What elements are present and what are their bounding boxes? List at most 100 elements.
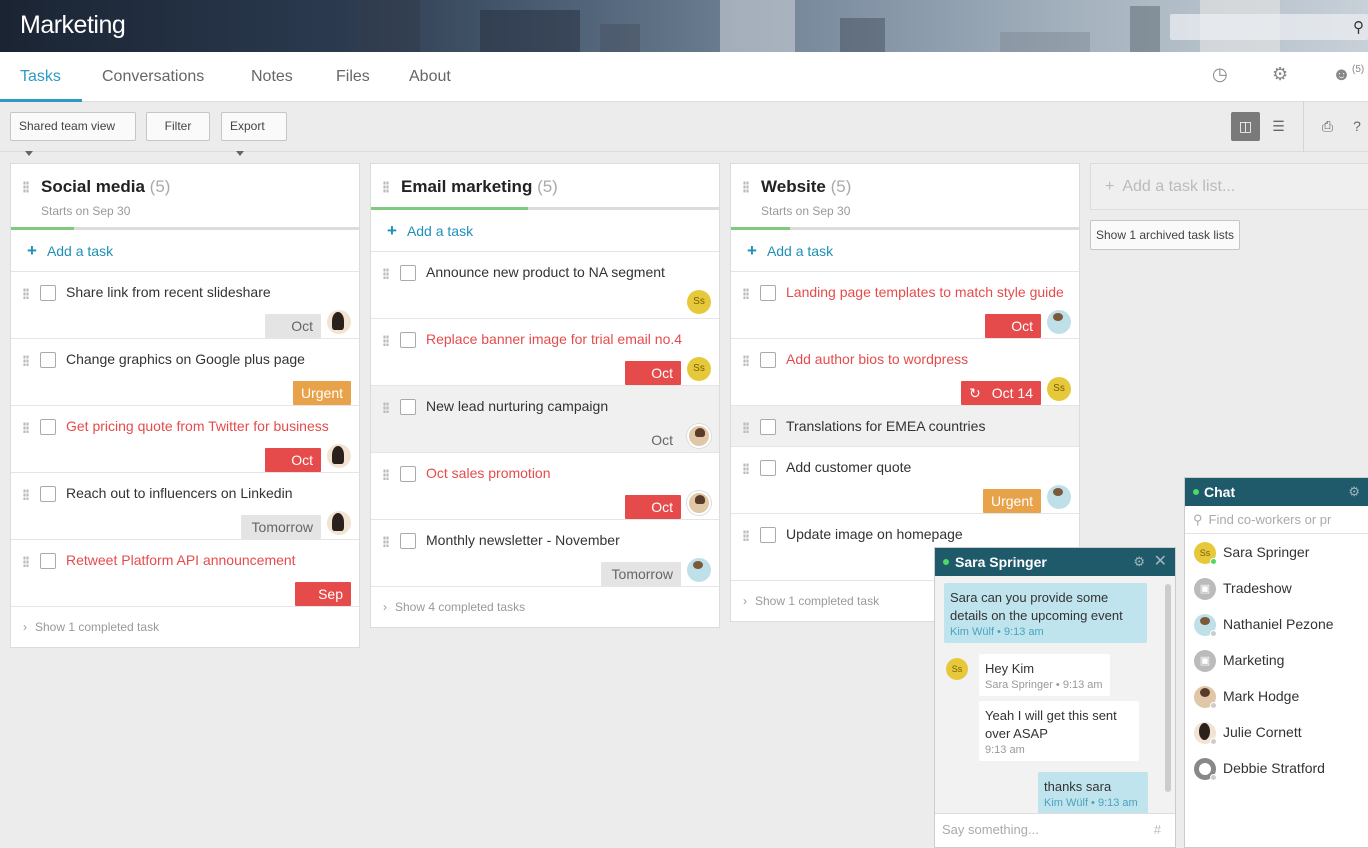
task-title[interactable]: Translations for EMEA countries xyxy=(786,418,985,434)
drag-handle-icon[interactable] xyxy=(383,181,389,193)
due-date-badge[interactable]: Oct 24 xyxy=(265,314,321,358)
task-title[interactable]: New lead nurturing campaign xyxy=(426,398,608,414)
search-icon[interactable]: ⚲ xyxy=(1353,18,1364,36)
task-title[interactable]: Share link from recent slideshare xyxy=(66,284,271,300)
drag-handle-icon[interactable] xyxy=(743,422,749,433)
drag-handle-icon[interactable] xyxy=(23,489,29,500)
task-checkbox[interactable] xyxy=(760,285,776,301)
drag-handle-icon[interactable] xyxy=(743,463,749,474)
task-item[interactable]: Monthly newsletter - November Tomorrow xyxy=(371,520,719,587)
add-task-button[interactable]: + Add a task xyxy=(371,210,719,252)
drag-handle-icon[interactable] xyxy=(23,422,29,433)
add-task-list-button[interactable]: + Add a task list... xyxy=(1090,163,1368,210)
task-item[interactable]: Replace banner image for trial email no.… xyxy=(371,319,719,405)
avatar[interactable] xyxy=(327,444,351,468)
task-checkbox[interactable] xyxy=(40,419,56,435)
task-item[interactable]: Reach out to influencers on Linkedin Tomo… xyxy=(11,473,359,540)
drag-handle-icon[interactable] xyxy=(383,469,389,480)
task-checkbox[interactable] xyxy=(400,399,416,415)
task-checkbox[interactable] xyxy=(760,460,776,476)
board-view-icon[interactable]: ◫ xyxy=(1231,112,1260,141)
drag-handle-icon[interactable] xyxy=(383,536,389,547)
help-icon[interactable]: ? xyxy=(1346,112,1368,141)
due-date-badge[interactable]: Urgent xyxy=(293,381,351,405)
task-item[interactable]: Add author bios to wordpress Ss ↻ Oct 14 xyxy=(731,339,1079,406)
due-date-badge[interactable]: Oct 01 xyxy=(625,495,681,539)
close-icon[interactable]: ✕ xyxy=(1154,548,1167,576)
due-date-badge[interactable]: ↻ Oct 14 xyxy=(961,381,1041,405)
drag-handle-icon[interactable] xyxy=(743,181,749,193)
tab-files[interactable]: Files xyxy=(336,68,370,86)
due-date-badge[interactable]: Sep 29 xyxy=(295,582,351,626)
user-icon[interactable]: ☻ xyxy=(1332,64,1351,85)
task-title[interactable]: Announce new product to NA segment xyxy=(426,264,665,280)
avatar[interactable] xyxy=(687,424,711,448)
task-checkbox[interactable] xyxy=(760,419,776,435)
task-list-title[interactable]: Email marketing (5) xyxy=(401,177,558,197)
due-date-badge[interactable]: Oct 02 xyxy=(625,361,681,405)
tab-about[interactable]: About xyxy=(409,68,451,86)
hash-icon[interactable]: # xyxy=(1154,814,1161,846)
drag-handle-icon[interactable] xyxy=(23,181,29,193)
print-icon[interactable]: ⎙ xyxy=(1313,112,1342,141)
chat-contact[interactable]: Mark Hodge xyxy=(1185,680,1368,716)
gear-icon[interactable]: ⚙ xyxy=(1272,64,1288,85)
task-list-title[interactable]: Social media (5) xyxy=(41,177,170,197)
tab-tasks[interactable]: Tasks xyxy=(20,68,61,86)
export-dropdown[interactable]: Export xyxy=(221,112,287,157)
task-item[interactable]: Oct sales promotion Oct 01 xyxy=(371,453,719,539)
task-item[interactable]: Landing page templates to match style gu… xyxy=(731,272,1079,358)
task-checkbox[interactable] xyxy=(400,332,416,348)
chat-contact[interactable]: Julie Cornett xyxy=(1185,716,1368,752)
task-item[interactable]: Translations for EMEA countries xyxy=(731,406,1079,447)
chat-contact[interactable]: Ss Sara Springer xyxy=(1185,536,1368,572)
avatar[interactable] xyxy=(327,511,351,535)
drag-handle-icon[interactable] xyxy=(23,288,29,299)
coworker-search-input[interactable]: ⚲ Find co-workers or pr xyxy=(1185,506,1368,534)
add-task-button[interactable]: + Add a task xyxy=(11,230,359,272)
due-date-badge[interactable]: Tomorrow xyxy=(241,515,321,539)
drag-handle-icon[interactable] xyxy=(23,355,29,366)
show-completed-button[interactable]: › Show 1 completed task xyxy=(11,607,359,647)
task-title[interactable]: Change graphics on Google plus page xyxy=(66,351,305,367)
due-date-badge[interactable]: Oct 30 xyxy=(625,428,681,472)
avatar[interactable] xyxy=(687,558,711,582)
avatar[interactable]: Ss xyxy=(687,357,711,381)
task-list-title[interactable]: Website (5) xyxy=(761,177,851,197)
drag-handle-icon[interactable] xyxy=(743,288,749,299)
gear-icon[interactable]: ⚙ xyxy=(1133,548,1145,576)
task-title[interactable]: Get pricing quote from Twitter for busin… xyxy=(66,418,329,434)
drag-handle-icon[interactable] xyxy=(743,530,749,541)
task-checkbox[interactable] xyxy=(400,265,416,281)
avatar[interactable] xyxy=(327,310,351,334)
task-title[interactable]: Landing page templates to match style gu… xyxy=(786,284,1064,300)
chat-scrollbar[interactable] xyxy=(1165,584,1171,792)
avatar[interactable]: Ss xyxy=(687,290,711,314)
add-task-button[interactable]: + Add a task xyxy=(731,230,1079,272)
chat-message-input[interactable]: Say something... # xyxy=(935,813,1175,847)
view-dropdown[interactable]: Shared team view xyxy=(10,112,136,157)
task-item[interactable]: Add customer quote Urgent xyxy=(731,447,1079,514)
task-item[interactable]: Share link from recent slideshare Oct 24 xyxy=(11,272,359,358)
task-title[interactable]: Replace banner image for trial email no.… xyxy=(426,331,682,347)
task-checkbox[interactable] xyxy=(400,466,416,482)
gear-icon[interactable]: ⚙ xyxy=(1348,478,1360,506)
task-item[interactable]: Announce new product to NA segment Ss xyxy=(371,252,719,319)
task-checkbox[interactable] xyxy=(40,352,56,368)
task-item[interactable]: Get pricing quote from Twitter for busin… xyxy=(11,406,359,492)
task-item[interactable]: New lead nurturing campaign Oct 30 xyxy=(371,386,719,472)
task-title[interactable]: Update image on homepage xyxy=(786,526,963,542)
task-checkbox[interactable] xyxy=(760,527,776,543)
due-date-badge[interactable]: Oct 16 xyxy=(985,314,1041,358)
task-item[interactable]: Retweet Platform API announcement Sep 29 xyxy=(11,540,359,626)
task-checkbox[interactable] xyxy=(760,352,776,368)
task-item[interactable]: Change graphics on Google plus page Urgen… xyxy=(11,339,359,406)
filter-button[interactable]: Filter xyxy=(146,112,210,141)
chat-contact[interactable]: ▣ Tradeshow xyxy=(1185,572,1368,608)
search-input[interactable]: ⚲ xyxy=(1170,14,1368,40)
list-view-icon[interactable]: ☰ xyxy=(1264,112,1293,141)
due-date-badge[interactable]: Tomorrow xyxy=(601,562,681,586)
task-checkbox[interactable] xyxy=(40,553,56,569)
task-title[interactable]: Add customer quote xyxy=(786,459,911,475)
task-checkbox[interactable] xyxy=(400,533,416,549)
